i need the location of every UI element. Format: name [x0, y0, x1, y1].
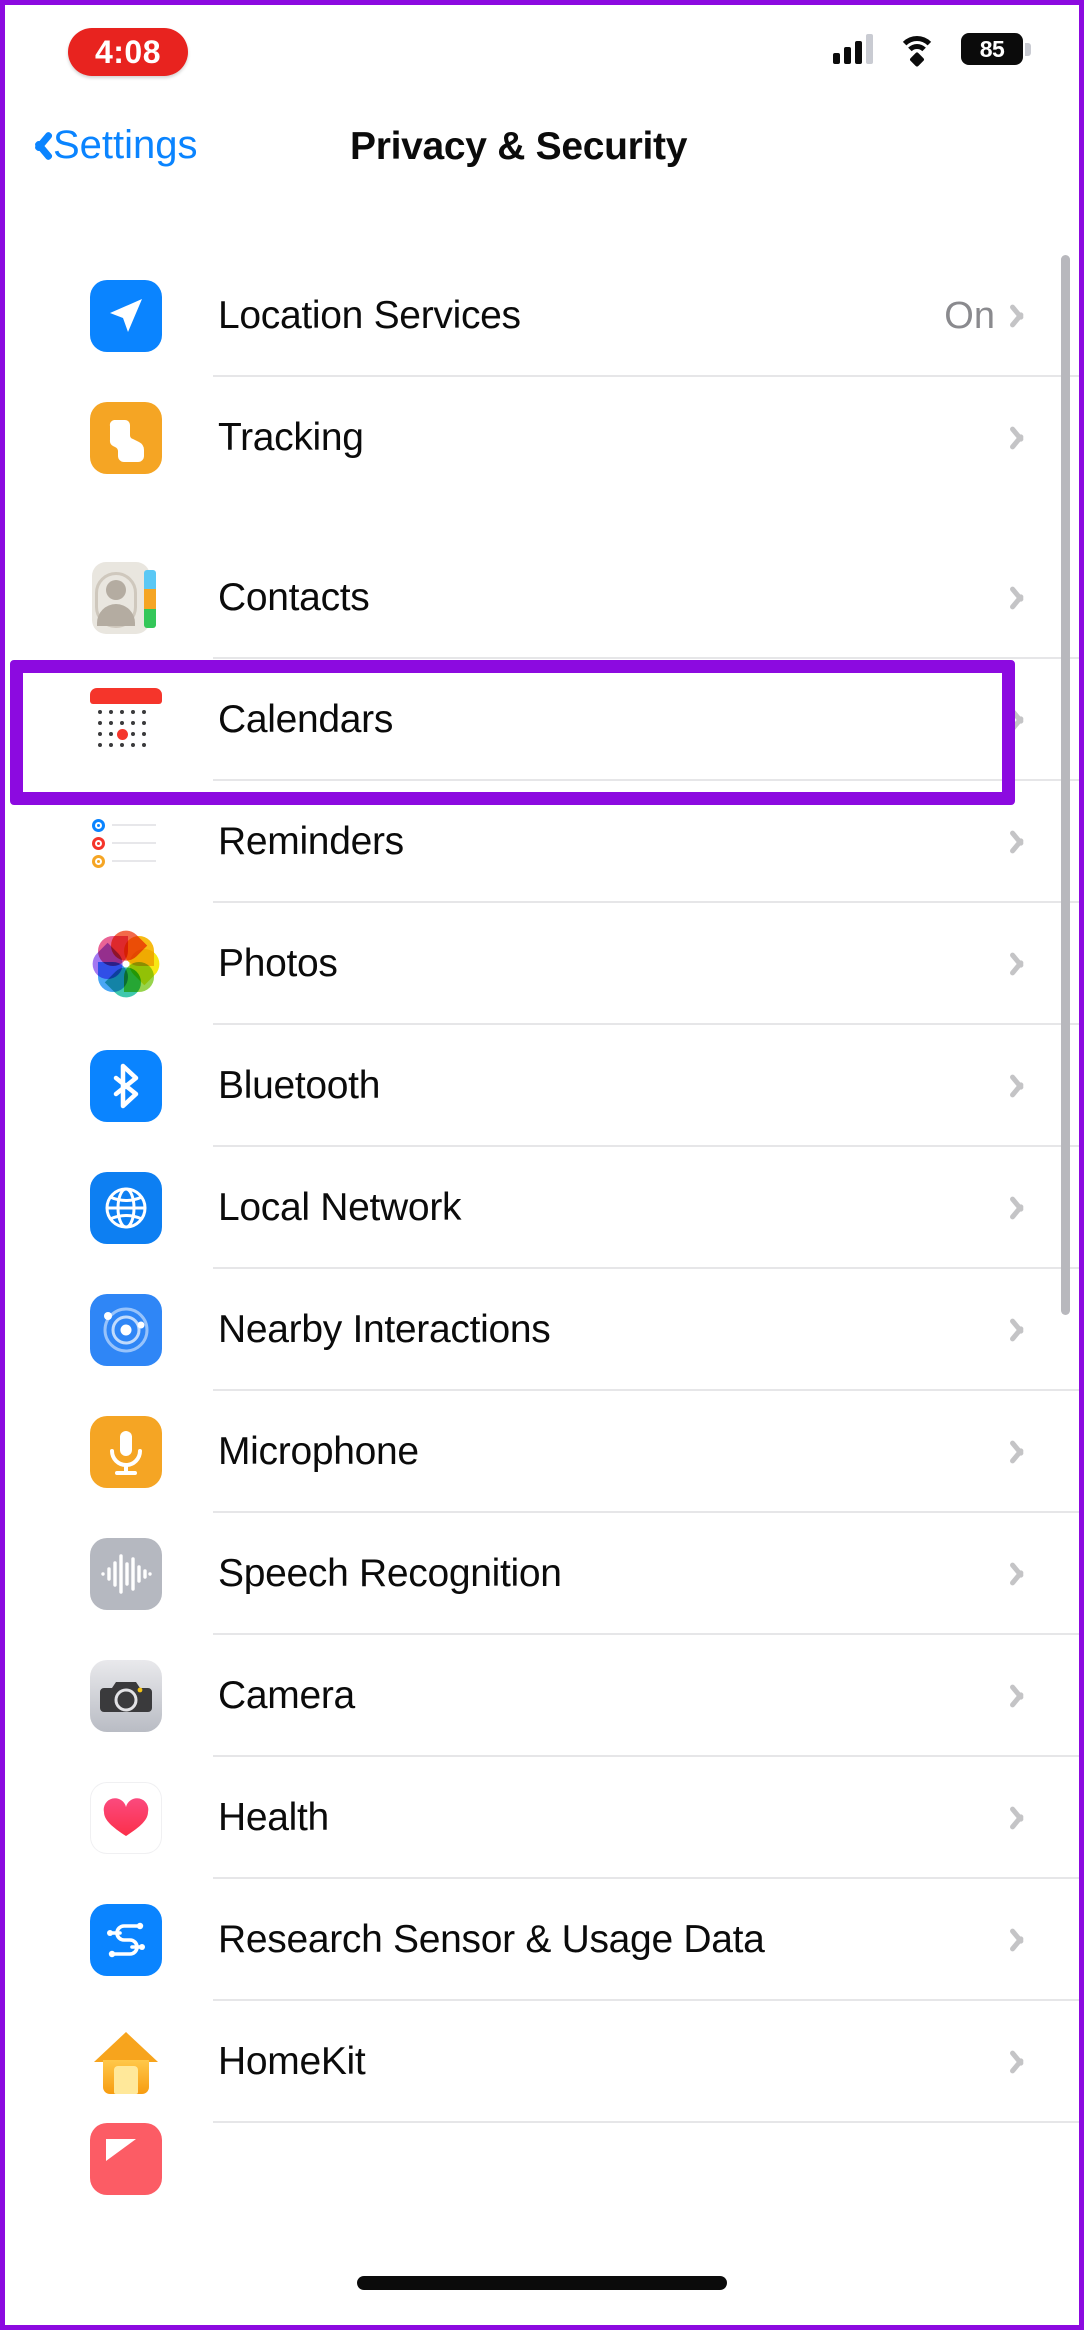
tracking-hand-icon: [90, 402, 162, 474]
row-location-services[interactable]: Location Services On: [5, 255, 1079, 377]
phone-screen: 4:08 85 Settings Privacy & Security Loca…: [0, 0, 1084, 2330]
row-label: Contacts: [218, 576, 370, 619]
photos-pinwheel-icon: [86, 924, 166, 1004]
chevron-left-icon: [25, 127, 47, 165]
chevron-right-icon: [1015, 1803, 1031, 1833]
row-partial-next[interactable]: [5, 2123, 1079, 2195]
row-label: Reminders: [218, 820, 404, 863]
status-bar-clock: 4:08: [68, 28, 188, 76]
row-label: Tracking: [218, 416, 364, 459]
row-calendars[interactable]: Calendars: [5, 659, 1079, 781]
status-bar: 4:08 85: [5, 5, 1079, 105]
status-bar-indicators: 85: [833, 33, 1031, 68]
home-indicator[interactable]: [357, 2276, 727, 2290]
row-label: Bluetooth: [218, 1064, 381, 1107]
settings-group-2: Contacts Calendars Reminders Photos Blue…: [5, 537, 1079, 2195]
clock-time: 4:08: [94, 33, 162, 70]
chevron-right-icon: [1015, 301, 1031, 331]
cellular-signal-icon: [833, 34, 873, 64]
row-label: Research Sensor & Usage Data: [218, 1918, 765, 1961]
globe-icon: [90, 1172, 162, 1244]
chevron-right-icon: [1015, 1437, 1031, 1467]
row-bluetooth[interactable]: Bluetooth: [5, 1025, 1079, 1147]
row-label: Microphone: [218, 1430, 419, 1473]
chevron-right-icon: [1015, 423, 1031, 453]
row-research-sensor-usage-data[interactable]: Research Sensor & Usage Data: [5, 1879, 1079, 2001]
heart-icon: [90, 1782, 162, 1854]
chevron-right-icon: [1015, 1193, 1031, 1223]
row-value: On: [944, 294, 995, 337]
contacts-card-icon: [90, 562, 162, 634]
speech-waveform-icon: [90, 1538, 162, 1610]
row-contacts[interactable]: Contacts: [5, 537, 1079, 659]
chevron-right-icon: [1015, 583, 1031, 613]
chevron-right-icon: [1015, 827, 1031, 857]
row-label: Photos: [218, 942, 338, 985]
row-label: Camera: [218, 1674, 355, 1717]
row-label: Calendars: [218, 698, 394, 741]
chevron-right-icon: [1015, 705, 1031, 735]
chevron-right-icon: [1015, 1925, 1031, 1955]
back-button[interactable]: Settings: [25, 123, 198, 168]
research-sensor-icon: [90, 1904, 162, 1976]
row-camera[interactable]: Camera: [5, 1635, 1079, 1757]
row-label: Local Network: [218, 1186, 462, 1229]
row-speech-recognition[interactable]: Speech Recognition: [5, 1513, 1079, 1635]
chevron-right-icon: [1015, 1559, 1031, 1589]
camera-icon: [90, 1660, 162, 1732]
reminders-icon: [90, 806, 162, 878]
row-label: HomeKit: [218, 2040, 366, 2083]
battery-level-label: 85: [979, 35, 1005, 62]
row-homekit[interactable]: HomeKit: [5, 2001, 1079, 2123]
chevron-right-icon: [1015, 1681, 1031, 1711]
row-nearby-interactions[interactable]: Nearby Interactions: [5, 1269, 1079, 1391]
row-label: Speech Recognition: [218, 1552, 562, 1595]
chevron-right-icon: [1015, 949, 1031, 979]
row-microphone[interactable]: Microphone: [5, 1391, 1079, 1513]
bluetooth-icon: [90, 1050, 162, 1122]
location-arrow-icon: [90, 280, 162, 352]
chevron-right-icon: [1015, 1071, 1031, 1101]
row-tracking[interactable]: Tracking: [5, 377, 1079, 499]
row-health[interactable]: Health: [5, 1757, 1079, 1879]
row-label: Location Services: [218, 294, 521, 337]
partial-app-icon: [90, 2123, 162, 2195]
row-photos[interactable]: Photos: [5, 903, 1079, 1025]
settings-list[interactable]: Location Services On Tracking Contacts C…: [5, 200, 1079, 2325]
nearby-interactions-icon: [90, 1294, 162, 1366]
row-reminders[interactable]: Reminders: [5, 781, 1079, 903]
calendar-icon: [90, 684, 162, 756]
back-button-label: Settings: [53, 123, 198, 167]
row-label: Health: [218, 1796, 329, 1839]
home-house-icon: [90, 2026, 162, 2098]
microphone-icon: [90, 1416, 162, 1488]
battery-icon: 85: [961, 33, 1031, 65]
chevron-right-icon: [1015, 1315, 1031, 1345]
row-local-network[interactable]: Local Network: [5, 1147, 1079, 1269]
row-label: Nearby Interactions: [218, 1308, 551, 1351]
navigation-bar: Settings Privacy & Security: [5, 105, 1079, 200]
vertical-scrollbar[interactable]: [1061, 255, 1070, 1315]
page-title: Privacy & Security: [350, 125, 688, 168]
wifi-icon: [897, 34, 937, 68]
settings-group-1: Location Services On Tracking: [5, 255, 1079, 499]
chevron-right-icon: [1015, 2047, 1031, 2077]
